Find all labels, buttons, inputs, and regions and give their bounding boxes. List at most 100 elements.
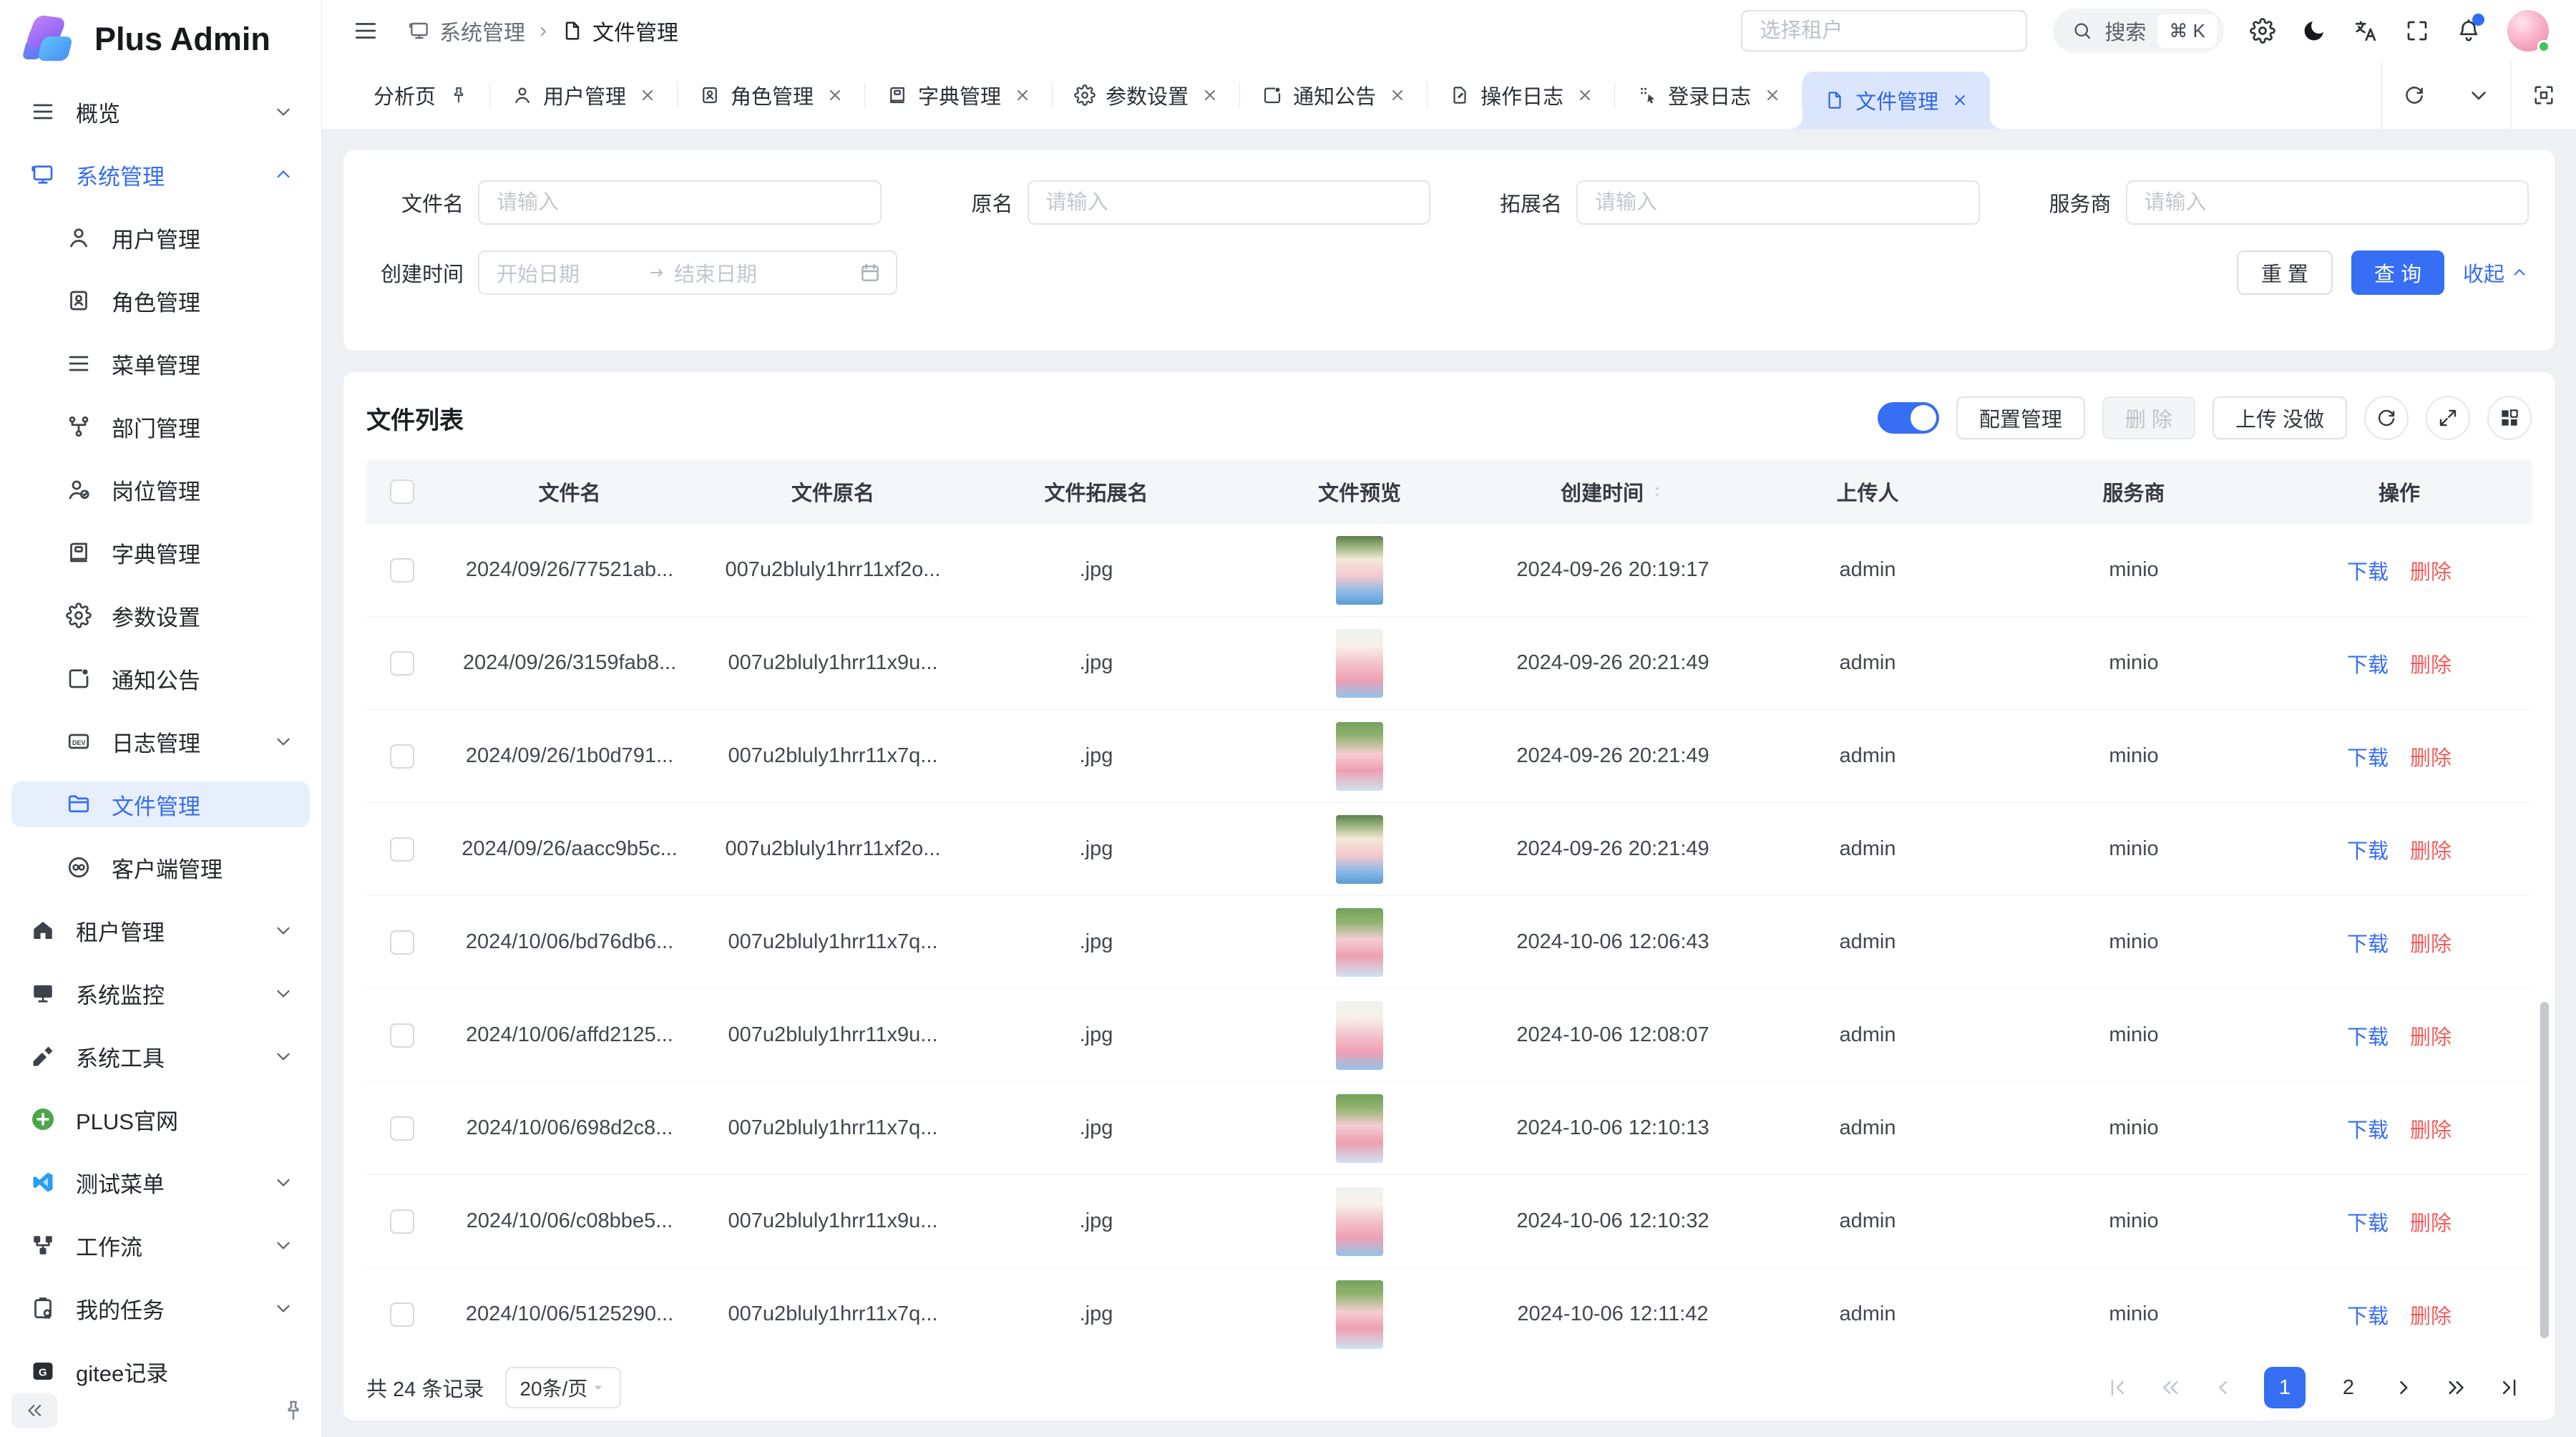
sidebar-item-system-tools[interactable]: 系统工具 [11,1033,310,1079]
tab-user-management[interactable]: 用户管理 [490,62,678,129]
delete-link[interactable]: 删除 [2410,1020,2451,1051]
prev-5-pages-button[interactable] [2158,1375,2182,1400]
tab-notice[interactable]: 通知公告 [1240,62,1428,129]
sidebar-item-log-management[interactable]: DEV 日志管理 [11,718,310,764]
refresh-table-button[interactable] [2364,396,2409,440]
sidebar-item-plus-website[interactable]: PLUS官网 [11,1096,310,1142]
row-checkbox[interactable] [390,930,414,955]
tab-param-settings[interactable]: 参数设置 [1053,62,1240,129]
last-page-button[interactable] [2497,1375,2522,1400]
expand-table-button[interactable] [2426,396,2470,440]
maximize-content-button[interactable] [2511,62,2576,129]
row-checkbox[interactable] [390,1116,414,1141]
delete-link[interactable]: 删除 [2410,648,2451,678]
delete-link[interactable]: 删除 [2410,927,2451,958]
file-name-input[interactable] [478,180,882,225]
file-preview-image[interactable] [1336,1187,1383,1256]
provider-input[interactable] [2126,180,2529,225]
row-checkbox[interactable] [390,837,414,862]
sidebar-item-system-monitor[interactable]: 系统监控 [11,970,310,1016]
tab-analytics[interactable]: 分析页 [352,62,490,129]
delete-link[interactable]: 删除 [2410,834,2451,864]
file-preview-image[interactable] [1336,1280,1383,1349]
download-link[interactable]: 下载 [2347,741,2389,771]
sidebar-item-overview[interactable]: 概览 [11,89,310,135]
tab-file-management[interactable]: 文件管理 [1802,72,1990,129]
sidebar-item-dict-management[interactable]: 字典管理 [11,530,310,575]
select-all-checkbox[interactable] [390,479,414,504]
avatar[interactable] [2507,10,2549,52]
download-link[interactable]: 下载 [2347,555,2389,585]
close-icon[interactable] [1951,92,1968,109]
refresh-tab-button[interactable] [2381,62,2446,129]
reset-button[interactable]: 重 置 [2237,250,2333,295]
download-link[interactable]: 下载 [2347,1207,2389,1237]
table-scrollbar[interactable] [2540,1002,2549,1338]
pin-icon[interactable] [449,85,469,105]
breadcrumb-item-system-management[interactable]: 系统管理 [408,15,525,47]
download-link[interactable]: 下载 [2347,1300,2389,1330]
row-checkbox[interactable] [390,651,414,676]
config-management-button[interactable]: 配置管理 [1956,396,2085,439]
delete-link[interactable]: 删除 [2410,1300,2451,1330]
sidebar-item-role-management[interactable]: 角色管理 [11,278,310,323]
first-page-button[interactable] [2105,1375,2129,1400]
sidebar-item-client-management[interactable]: 客户端管理 [11,844,310,890]
prev-page-button[interactable] [2211,1375,2235,1400]
sidebar-item-system-management[interactable]: 系统管理 [11,152,310,198]
sidebar-collapse-button[interactable] [11,1393,57,1428]
column-settings-button[interactable] [2487,396,2532,440]
file-preview-image[interactable] [1336,536,1383,605]
sidebar-item-menu-management[interactable]: 菜单管理 [11,341,310,386]
sidebar-item-dept-management[interactable]: 部门管理 [11,404,310,449]
sidebar-item-tenant-management[interactable]: 租户管理 [11,907,310,953]
sidebar-toggle-button[interactable] [352,17,379,44]
sidebar-item-param-settings[interactable]: 参数设置 [11,593,310,638]
close-icon[interactable] [1014,87,1031,104]
row-checkbox[interactable] [390,744,414,769]
delete-link[interactable]: 删除 [2410,1114,2451,1144]
next-page-button[interactable] [2391,1375,2416,1400]
fullscreen-button[interactable] [2404,18,2430,44]
download-link[interactable]: 下载 [2347,1020,2389,1051]
delete-link[interactable]: 删除 [2410,741,2451,771]
row-checkbox[interactable] [390,1302,414,1327]
sidebar-item-post-management[interactable]: 岗位管理 [11,467,310,512]
file-preview-image[interactable] [1336,1001,1383,1070]
close-icon[interactable] [1764,87,1781,104]
close-icon[interactable] [826,87,844,104]
notifications-button[interactable] [2456,18,2482,44]
app-logo[interactable]: Plus Admin [0,0,321,79]
upload-button[interactable]: 上传 没做 [2212,396,2347,439]
tab-menu-button[interactable] [2446,62,2511,129]
file-preview-image[interactable] [1336,629,1383,698]
column-header-4[interactable]: 创建时间 [1491,477,1735,507]
sidebar-item-notice[interactable]: 通知公告 [11,656,310,701]
page-number-2[interactable]: 2 [2334,1376,2363,1400]
sidebar-item-user-management[interactable]: 用户管理 [11,215,310,260]
download-link[interactable]: 下载 [2347,927,2389,958]
row-checkbox[interactable] [390,1209,414,1234]
extension-input[interactable] [1576,180,1980,225]
global-search-button[interactable]: 搜索 ⌘ K [2053,9,2224,53]
close-icon[interactable] [639,87,656,104]
sort-icon[interactable] [1649,481,1665,502]
delete-link[interactable]: 删除 [2410,555,2451,585]
file-preview-image[interactable] [1336,722,1383,791]
delete-link[interactable]: 删除 [2410,1207,2451,1237]
row-checkbox[interactable] [390,558,414,583]
sidebar-item-my-tasks[interactable]: 我的任务 [11,1285,310,1331]
file-preview-image[interactable] [1336,1094,1383,1163]
close-icon[interactable] [1576,87,1594,104]
tab-dict-management[interactable]: 字典管理 [865,62,1053,129]
sidebar-item-workflow[interactable]: 工作流 [11,1222,310,1268]
tab-login-log[interactable]: 登录日志 [1615,62,1802,129]
sidebar-item-gitee-log[interactable]: G gitee记录 [11,1348,310,1391]
tab-operation-log[interactable]: 操作日志 [1428,62,1615,129]
settings-button[interactable] [2250,18,2275,44]
download-link[interactable]: 下载 [2347,648,2389,678]
close-icon[interactable] [1201,87,1219,104]
collapse-filters-link[interactable]: 收起 [2463,258,2529,288]
dark-mode-button[interactable] [2301,18,2327,44]
delete-button[interactable]: 删 除 [2102,396,2195,439]
